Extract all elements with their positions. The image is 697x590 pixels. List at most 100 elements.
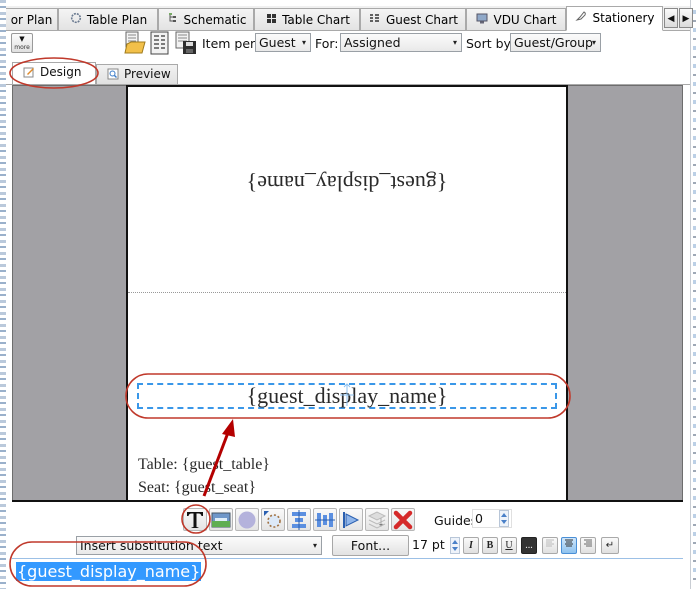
tab-label: Preview (124, 67, 171, 81)
circle-table-icon (69, 10, 83, 32)
for-value: Assigned (344, 35, 401, 50)
layers-icon (367, 510, 387, 529)
distribute-icon (315, 512, 335, 527)
tab-guest-chart[interactable]: Guest Chart (360, 8, 466, 30)
table-chart-icon (264, 10, 278, 32)
tab-label: Design (40, 65, 82, 79)
align-center-text-icon (565, 539, 573, 547)
layer-order-button[interactable] (365, 508, 389, 531)
card-fold-line (128, 292, 566, 293)
move-anchor-icon[interactable] (339, 383, 355, 407)
for-select[interactable]: Assigned ▾ (340, 33, 462, 52)
seat-number-text[interactable]: Seat: {guest_seat} (138, 479, 256, 497)
pencil-edit-icon (23, 65, 35, 78)
text-t-icon (187, 511, 203, 528)
align-left-icon (546, 539, 554, 547)
window-edge-left (0, 0, 6, 589)
tab-floor-plan[interactable]: or Plan (6, 8, 58, 30)
delete-x-icon (393, 510, 413, 529)
schematic-icon (166, 10, 180, 32)
tab-table-plan[interactable]: Table Plan (58, 8, 158, 30)
save-disk-icon (175, 31, 196, 54)
monitor-icon (475, 10, 489, 32)
editor-selected-text[interactable]: {guest_display_name} (16, 562, 202, 581)
flip-icon (343, 511, 360, 528)
tab-label: VDU Chart (493, 13, 557, 27)
image-icon (211, 512, 231, 527)
guest-chart-icon (368, 10, 382, 32)
open-template-button[interactable] (123, 31, 146, 55)
align-right-button[interactable] (580, 537, 596, 554)
window-scrollbar-right[interactable] (690, 0, 697, 589)
guides-spin-icon[interactable] (499, 510, 509, 527)
align-center-icon (292, 509, 306, 530)
bold-button[interactable]: B (482, 537, 498, 554)
tab-preview[interactable]: Preview (96, 64, 178, 84)
object-toolbar (183, 508, 417, 531)
document-list-icon (150, 31, 169, 55)
tab-label: Table Chart (282, 13, 350, 27)
font-size-spin-icon[interactable] (450, 537, 460, 554)
underline-button[interactable]: U (501, 537, 517, 554)
item-per-value: Guest (259, 35, 296, 50)
align-center-button[interactable] (561, 537, 577, 554)
tab-scroll-right-button[interactable]: ▶ (679, 8, 693, 28)
sort-by-select[interactable]: Guest/Group ▾ (510, 33, 601, 52)
tab-scroll-buttons: ◀ ▶ (664, 8, 694, 28)
dropdown-arrow-icon: ▾ (301, 38, 306, 47)
tab-label: Stationery (592, 11, 655, 25)
tab-schematic[interactable]: Schematic (158, 8, 254, 30)
italic-button[interactable]: I (463, 537, 479, 554)
more-arrow-icon: ▼ (19, 35, 25, 43)
upside-down-name-text[interactable]: {guest_display_name} (128, 170, 566, 196)
image-tool-button[interactable] (209, 508, 233, 531)
circle-handles-icon (264, 510, 281, 528)
dropdown-arrow-icon: ▾ (591, 38, 596, 47)
insert-substitution-select[interactable]: Insert substitution text ▾ (76, 536, 322, 555)
font-button[interactable]: Font... (332, 535, 409, 556)
newline-button[interactable]: ↵ (601, 537, 619, 554)
distribute-horizontal-button[interactable] (313, 508, 337, 531)
text-color-button[interactable]: ... (521, 537, 537, 554)
shape-tool-button[interactable] (261, 508, 285, 531)
open-folder-icon (124, 31, 146, 54)
tab-label: or Plan (10, 13, 53, 27)
magnifier-preview-icon (107, 67, 119, 80)
substitution-placeholder: Insert substitution text (80, 538, 223, 553)
more-label: more (14, 44, 30, 51)
font-size-field[interactable]: 17 pt (412, 537, 445, 552)
sort-by-value: Guest/Group (514, 35, 593, 50)
for-label: For: (315, 36, 339, 51)
tab-label: Schematic (183, 13, 247, 27)
delete-object-button[interactable] (391, 508, 415, 531)
ellipse-tool-button[interactable] (235, 508, 259, 531)
more-button[interactable]: ▼ more (11, 33, 33, 53)
stationery-icon (574, 8, 588, 30)
tab-label: Table Plan (86, 13, 148, 27)
align-right-icon (584, 539, 592, 547)
template-list-button[interactable] (149, 31, 171, 55)
text-tool-button[interactable] (183, 508, 207, 531)
tab-stationery[interactable]: Stationery (566, 6, 663, 31)
ellipse-icon (238, 511, 256, 528)
dropdown-arrow-icon: ▾ (452, 38, 457, 47)
align-vertical-button[interactable] (287, 508, 311, 531)
item-per-label: Item per: (202, 36, 260, 51)
tab-label: Guest Chart (385, 13, 459, 27)
view-tab-strip: Design Preview (6, 62, 690, 85)
sort-by-label: Sort by: (466, 36, 515, 51)
flip-tool-button[interactable] (339, 508, 363, 531)
dropdown-arrow-icon: ▾ (312, 541, 317, 550)
place-card[interactable] (126, 85, 568, 501)
tab-vdu-chart[interactable]: VDU Chart (466, 8, 566, 30)
tab-design[interactable]: Design (12, 62, 96, 84)
main-tab-strip: or Plan Table Plan Schematic Table Chart… (6, 6, 693, 31)
tab-table-chart[interactable]: Table Chart (254, 8, 360, 30)
align-left-button[interactable] (542, 537, 558, 554)
tab-scroll-left-button[interactable]: ◀ (664, 8, 678, 28)
table-number-text[interactable]: Table: {guest_table} (138, 456, 270, 474)
item-per-select[interactable]: Guest ▾ (255, 33, 311, 52)
canvas-bottom-border (12, 500, 683, 502)
guides-value: 0 (475, 511, 483, 526)
save-template-button[interactable] (174, 31, 196, 55)
